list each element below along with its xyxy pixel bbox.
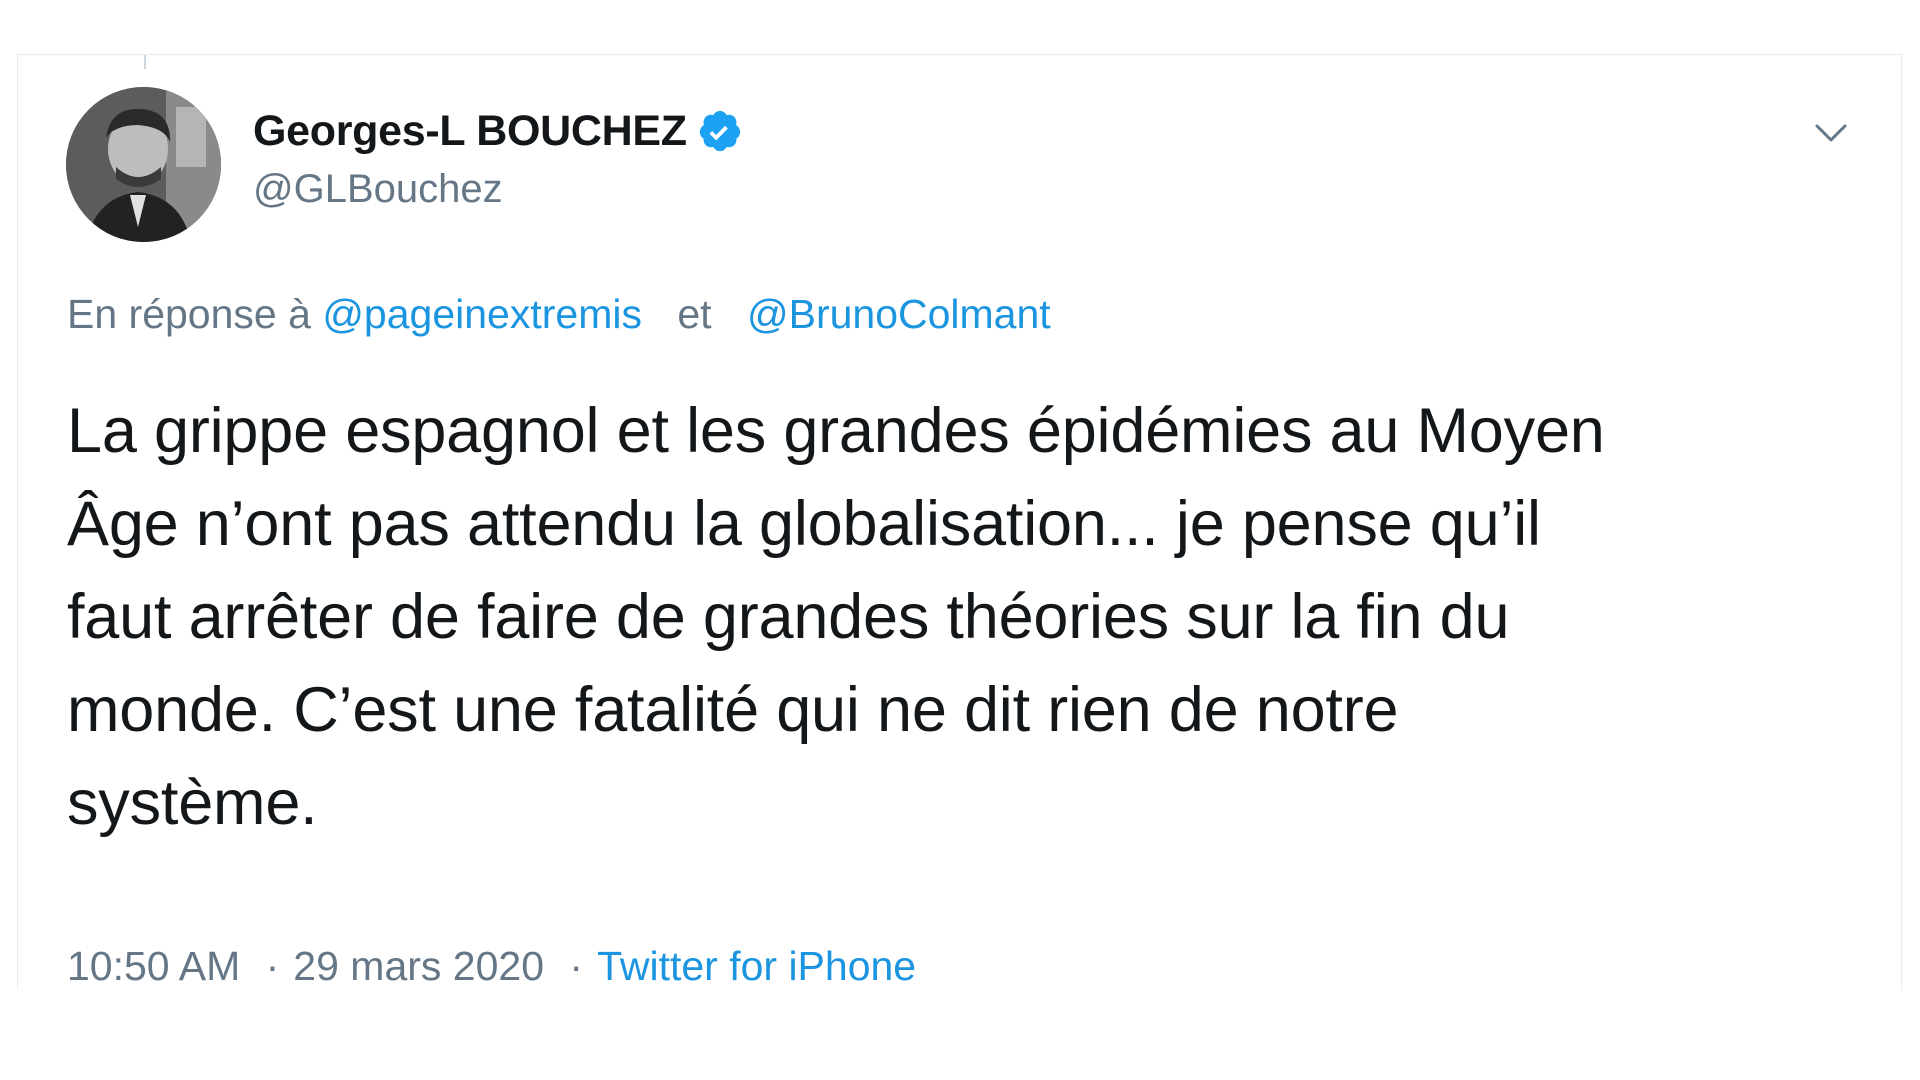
- tweet-text-line: Âge n’ont pas attendu la globalisation..…: [67, 489, 1541, 559]
- reply-context: En réponse à @pageinextremis et @BrunoCo…: [67, 291, 1051, 338]
- tweet-metadata: 10:50 AM · 29 mars 2020 · Twitter for iPho…: [67, 943, 916, 990]
- meta-separator: ·: [569, 943, 584, 989]
- meta-separator: ·: [265, 943, 280, 989]
- author-handle[interactable]: @GLBouchez: [253, 167, 503, 212]
- thread-connector-line: [144, 55, 146, 69]
- reply-prefix: En réponse à: [67, 291, 311, 337]
- verified-badge-icon: [697, 108, 743, 154]
- tweet-body: La grippe espagnol et les grandes épidém…: [67, 385, 1867, 850]
- author-row: Georges-L BOUCHEZ: [253, 99, 743, 163]
- author-display-name[interactable]: Georges-L BOUCHEZ: [253, 107, 687, 156]
- tweet-source-link[interactable]: Twitter for iPhone: [597, 943, 916, 989]
- tweet-text-line: La grippe espagnol et les grandes épidém…: [67, 396, 1605, 466]
- reply-conjunction: et: [677, 291, 712, 337]
- tweet-text-line: faut arrêter de faire de grandes théorie…: [67, 582, 1510, 652]
- reply-mention-link[interactable]: @BrunoColmant: [747, 291, 1051, 337]
- avatar-photo: [66, 87, 221, 242]
- tweet-text-line: monde. C’est une fatalité qui ne dit rie…: [67, 675, 1399, 745]
- tweet-text-line: système.: [67, 768, 318, 838]
- tweet-card: Georges-L BOUCHEZ @GLBouchez En réponse …: [17, 54, 1902, 990]
- tweet-time[interactable]: 10:50 AM: [67, 943, 240, 989]
- chevron-down-icon[interactable]: [1811, 113, 1851, 153]
- reply-mention-link[interactable]: @pageinextremis: [322, 291, 642, 337]
- avatar[interactable]: [66, 87, 221, 242]
- tweet-date[interactable]: 29 mars 2020: [293, 943, 544, 989]
